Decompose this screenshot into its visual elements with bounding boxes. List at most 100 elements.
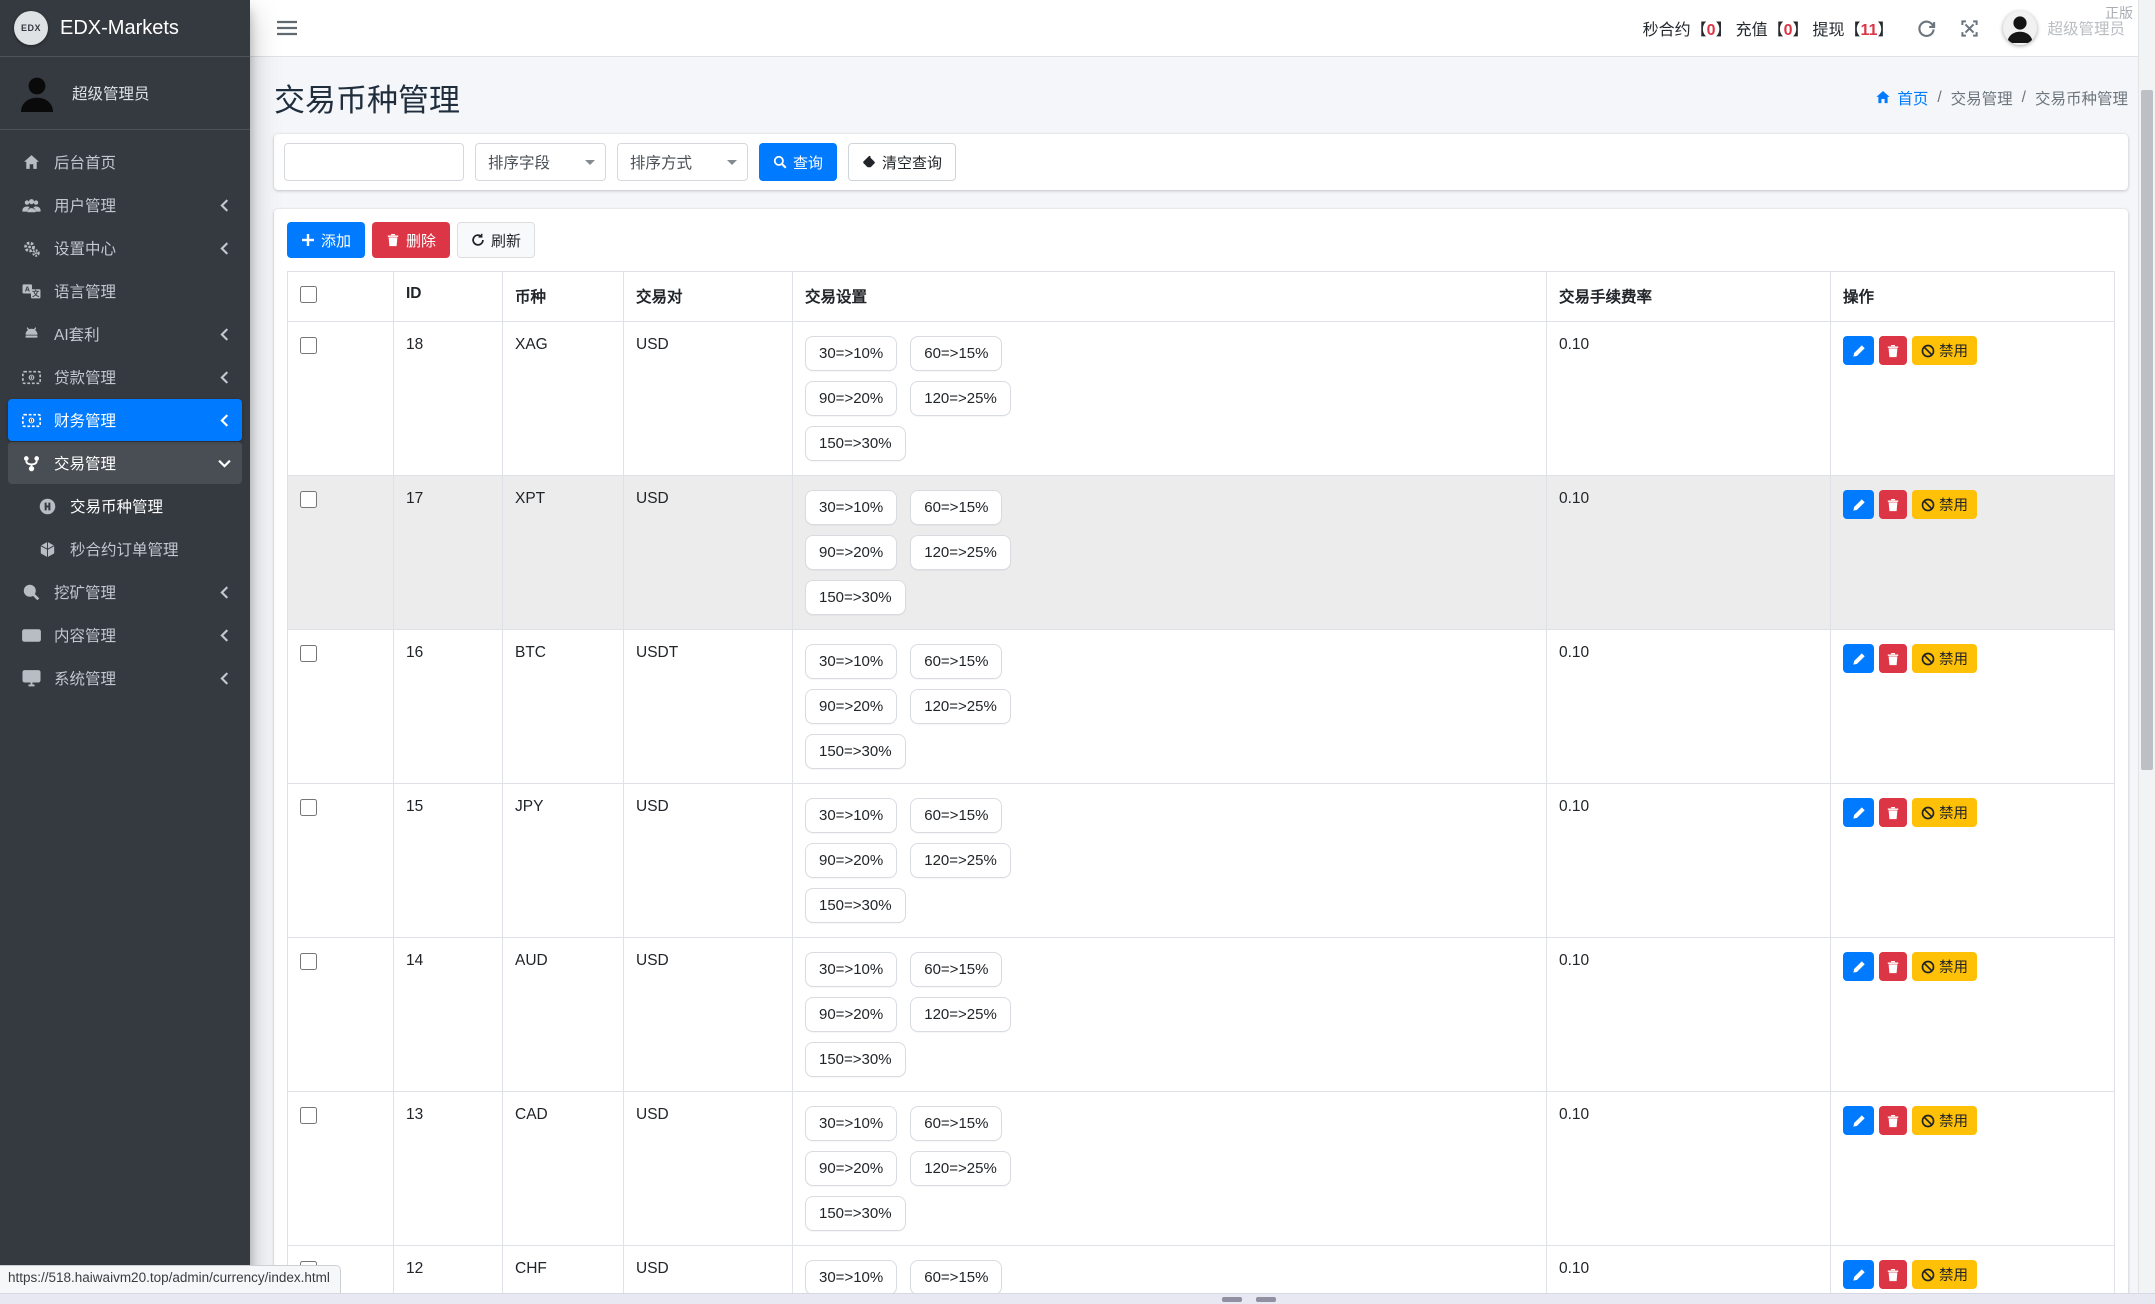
trade-setting-pill[interactable]: 30=>10% xyxy=(805,952,898,987)
trade-setting-pill[interactable]: 120=>25% xyxy=(910,997,1011,1032)
disable-button[interactable]: 禁用 xyxy=(1912,798,1977,827)
trade-setting-pill[interactable]: 90=>20% xyxy=(805,535,898,570)
edit-button[interactable] xyxy=(1843,798,1874,827)
row-checkbox[interactable] xyxy=(300,645,317,662)
sidebar-item-label: 财务管理 xyxy=(54,413,117,430)
sidebar-item-dashboard[interactable]: 后台首页 xyxy=(8,141,242,183)
trade-setting-pill[interactable]: 60=>15% xyxy=(910,1260,1003,1295)
row-checkbox[interactable] xyxy=(300,953,317,970)
sidebar-item-label: 后台首页 xyxy=(54,155,117,172)
trade-setting-pill[interactable]: 30=>10% xyxy=(805,1106,898,1141)
add-button[interactable]: 添加 xyxy=(287,222,366,258)
sidebar-item-language-management[interactable]: A 文语言管理 xyxy=(8,270,242,312)
edit-button[interactable] xyxy=(1843,1106,1874,1135)
trade-setting-pill[interactable]: 60=>15% xyxy=(910,490,1003,525)
delete-row-button[interactable] xyxy=(1879,952,1907,981)
delete-row-button[interactable] xyxy=(1879,490,1907,519)
row-checkbox[interactable] xyxy=(300,799,317,816)
sort-field-select[interactable]: 排序字段 xyxy=(475,143,606,181)
trade-setting-pill[interactable]: 60=>15% xyxy=(910,798,1003,833)
trade-setting-pill[interactable]: 90=>20% xyxy=(805,1151,898,1186)
delete-row-button[interactable] xyxy=(1879,798,1907,827)
trade-setting-pill[interactable]: 120=>25% xyxy=(910,843,1011,878)
search-button[interactable]: 查询 xyxy=(759,143,838,181)
clear-search-button[interactable]: 清空查询 xyxy=(848,143,957,181)
trade-setting-pill[interactable]: 60=>15% xyxy=(910,644,1003,679)
row-checkbox[interactable] xyxy=(300,337,317,354)
trade-setting-pill[interactable]: 60=>15% xyxy=(910,952,1003,987)
disable-button[interactable]: 禁用 xyxy=(1912,644,1977,673)
trade-setting-pill[interactable]: 60=>15% xyxy=(910,1106,1003,1141)
sidebar-item-system-management[interactable]: 系统管理 xyxy=(8,657,242,699)
edit-button[interactable] xyxy=(1843,490,1874,519)
edit-button[interactable] xyxy=(1843,1260,1874,1289)
trade-setting-pill[interactable]: 150=>30% xyxy=(805,426,906,461)
delete-row-button[interactable] xyxy=(1879,336,1907,365)
sidebar-item-ai-arbitrage[interactable]: AI套利 xyxy=(8,313,242,355)
trade-setting-pill[interactable]: 120=>25% xyxy=(910,689,1011,724)
chevron-left-icon xyxy=(220,241,232,255)
disable-button[interactable]: 禁用 xyxy=(1912,1260,1977,1289)
trade-setting-pill[interactable]: 120=>25% xyxy=(910,535,1011,570)
user-panel[interactable]: 超级管理员 xyxy=(0,57,250,130)
trade-setting-pill[interactable]: 150=>30% xyxy=(805,888,906,923)
trade-setting-pill[interactable]: 90=>20% xyxy=(805,381,898,416)
trade-setting-pill[interactable]: 90=>20% xyxy=(805,843,898,878)
filter-bar: 排序字段 排序方式 查询 清空查询 xyxy=(274,134,2128,190)
trade-setting-pill[interactable]: 30=>10% xyxy=(805,336,898,371)
sidebar-item-trade-currency-management[interactable]: 交易币种管理 xyxy=(8,485,242,527)
column-header: 交易设置 xyxy=(792,271,1547,322)
sidebar-item-user-management[interactable]: 用户管理 xyxy=(8,184,242,226)
edit-button[interactable] xyxy=(1843,952,1874,981)
trade-setting-pill[interactable]: 30=>10% xyxy=(805,644,898,679)
sidebar-item-loan-management[interactable]: 0 贷款管理 xyxy=(8,356,242,398)
edit-button[interactable] xyxy=(1843,336,1874,365)
chevron-down-icon xyxy=(218,457,232,470)
trade-setting-pill[interactable]: 120=>25% xyxy=(910,1151,1011,1186)
row-select-cell xyxy=(287,1091,394,1246)
trade-setting-pill[interactable]: 30=>10% xyxy=(805,798,898,833)
disable-button[interactable]: 禁用 xyxy=(1912,1106,1977,1135)
sidebar-item-content-management[interactable]: 内容管理 xyxy=(8,614,242,656)
disable-button[interactable]: 禁用 xyxy=(1912,336,1977,365)
disable-button[interactable]: 禁用 xyxy=(1912,490,1977,519)
breadcrumb-home-link[interactable]: 首页 xyxy=(1875,87,1928,109)
trade-setting-pill[interactable]: 150=>30% xyxy=(805,580,906,615)
brand[interactable]: EDX EDX-Markets xyxy=(0,0,250,57)
select-all-checkbox[interactable] xyxy=(300,286,317,303)
trade-setting-pill[interactable]: 30=>10% xyxy=(805,1260,898,1295)
disable-button[interactable]: 禁用 xyxy=(1912,952,1977,981)
row-checkbox[interactable] xyxy=(300,491,317,508)
row-checkbox[interactable] xyxy=(300,1107,317,1124)
trade-setting-pill[interactable]: 120=>25% xyxy=(910,381,1011,416)
sidebar-item-settings-center[interactable]: 设置中心 xyxy=(8,227,242,269)
sidebar-item-second-contract-orders[interactable]: 秒合约订单管理 xyxy=(8,528,242,570)
trade-setting-pill[interactable]: 60=>15% xyxy=(910,336,1003,371)
menu-toggle-icon[interactable] xyxy=(276,18,298,38)
notification-stats[interactable]: 秒合约【0】 充值【0】 提现【11】 xyxy=(1643,16,1894,40)
sidebar-item-label: 内容管理 xyxy=(54,628,117,645)
ban-icon xyxy=(1921,344,1935,358)
search-input[interactable] xyxy=(284,143,464,181)
scrollbar-thumb[interactable] xyxy=(2141,90,2153,770)
trade-setting-pill[interactable]: 90=>20% xyxy=(805,689,898,724)
trade-setting-pill[interactable]: 90=>20% xyxy=(805,997,898,1032)
refresh-button[interactable]: 刷新 xyxy=(457,222,536,258)
trade-setting-pill[interactable]: 150=>30% xyxy=(805,1196,906,1231)
sort-order-select[interactable]: 排序方式 xyxy=(617,143,748,181)
trade-setting-pill[interactable]: 150=>30% xyxy=(805,734,906,769)
trade-setting-pill[interactable]: 150=>30% xyxy=(805,1042,906,1077)
stat-秒合约: 秒合约【0】 xyxy=(1642,22,1732,39)
fullscreen-icon[interactable] xyxy=(1960,19,1979,38)
table-row: 14 AUD USD 30=>10% 60=>15% 90=>20% 120=>25% 150… xyxy=(287,937,2115,1092)
edit-button[interactable] xyxy=(1843,644,1874,673)
sidebar-item-mining-management[interactable]: 挖矿管理 xyxy=(8,571,242,613)
refresh-icon[interactable] xyxy=(1917,19,1936,38)
delete-row-button[interactable] xyxy=(1879,1260,1907,1289)
delete-row-button[interactable] xyxy=(1879,1106,1907,1135)
delete-row-button[interactable] xyxy=(1879,644,1907,673)
delete-button[interactable]: 删除 xyxy=(372,222,451,258)
trade-setting-pill[interactable]: 30=>10% xyxy=(805,490,898,525)
sidebar-item-finance-management[interactable]: 0 财务管理 xyxy=(8,399,242,441)
sidebar-item-trade-management[interactable]: 交易管理 xyxy=(8,442,242,484)
